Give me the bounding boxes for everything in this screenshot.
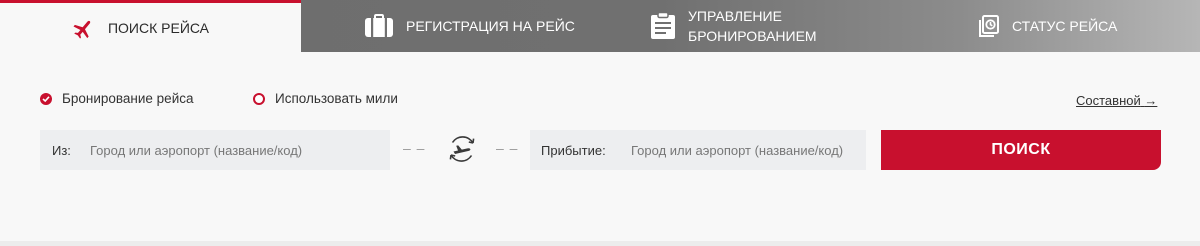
composite-link-label: Составной xyxy=(1076,93,1141,108)
to-label: Прибытие: xyxy=(541,142,606,158)
to-input[interactable] xyxy=(631,142,866,158)
tab-flight-status[interactable]: СТАТУС РЕЙСА xyxy=(976,0,1117,52)
tab-manage-booking-label: УПРАВЛЕНИЕ БРОНИРОВАНИЕМ xyxy=(688,6,817,46)
booking-option-label: Бронирование рейса xyxy=(62,91,194,106)
to-field[interactable]: Прибытие: xyxy=(530,130,866,170)
tab-checkin[interactable]: РЕГИСТРАЦИЯ НА РЕЙС xyxy=(364,0,575,52)
tab-manage-line1: УПРАВЛЕНИЕ xyxy=(688,8,782,24)
bottom-divider xyxy=(0,241,1200,246)
luggage-icon xyxy=(364,14,394,38)
airplane-icon xyxy=(72,16,96,40)
miles-option-label: Использовать мили xyxy=(275,91,398,106)
clipboard-icon xyxy=(650,12,676,40)
flight-search-widget: ПОИСК РЕЙСА РЕГИСТРАЦИЯ НА РЕЙС УПРАВЛЕН… xyxy=(0,0,1200,246)
tab-search-flight-label: ПОИСК РЕЙСА xyxy=(107,19,210,36)
swap-plane-icon[interactable] xyxy=(446,133,478,165)
tab-bar: ПОИСК РЕЙСА РЕГИСТРАЦИЯ НА РЕЙС УПРАВЛЕН… xyxy=(0,0,1200,52)
tab-search-flight[interactable]: ПОИСК РЕЙСА xyxy=(0,0,301,52)
tab-manage-booking[interactable]: УПРАВЛЕНИЕ БРОНИРОВАНИЕМ xyxy=(650,0,817,52)
composite-route-link[interactable]: Составной → xyxy=(1076,93,1157,108)
arrow-right-icon: → xyxy=(1144,93,1158,108)
from-field[interactable]: Из: xyxy=(40,130,390,170)
tab-flight-status-label: СТАТУС РЕЙСА xyxy=(1012,18,1118,34)
from-label: Из: xyxy=(52,142,71,158)
from-input[interactable] xyxy=(90,142,390,158)
status-clock-icon xyxy=(976,14,1000,38)
search-button[interactable]: ПОИСК xyxy=(881,130,1161,170)
unchecked-radio-icon xyxy=(253,92,265,105)
route-dashes-left: – – xyxy=(403,140,426,156)
booking-option-radio[interactable]: Бронирование рейса xyxy=(40,91,194,106)
tab-manage-line2: БРОНИРОВАНИЕМ xyxy=(688,28,817,44)
checked-radio-icon xyxy=(40,92,52,105)
tab-checkin-label: РЕГИСТРАЦИЯ НА РЕЙС xyxy=(406,18,575,34)
route-dashes-right: – – xyxy=(496,140,519,156)
miles-option-radio[interactable]: Использовать мили xyxy=(253,91,398,106)
